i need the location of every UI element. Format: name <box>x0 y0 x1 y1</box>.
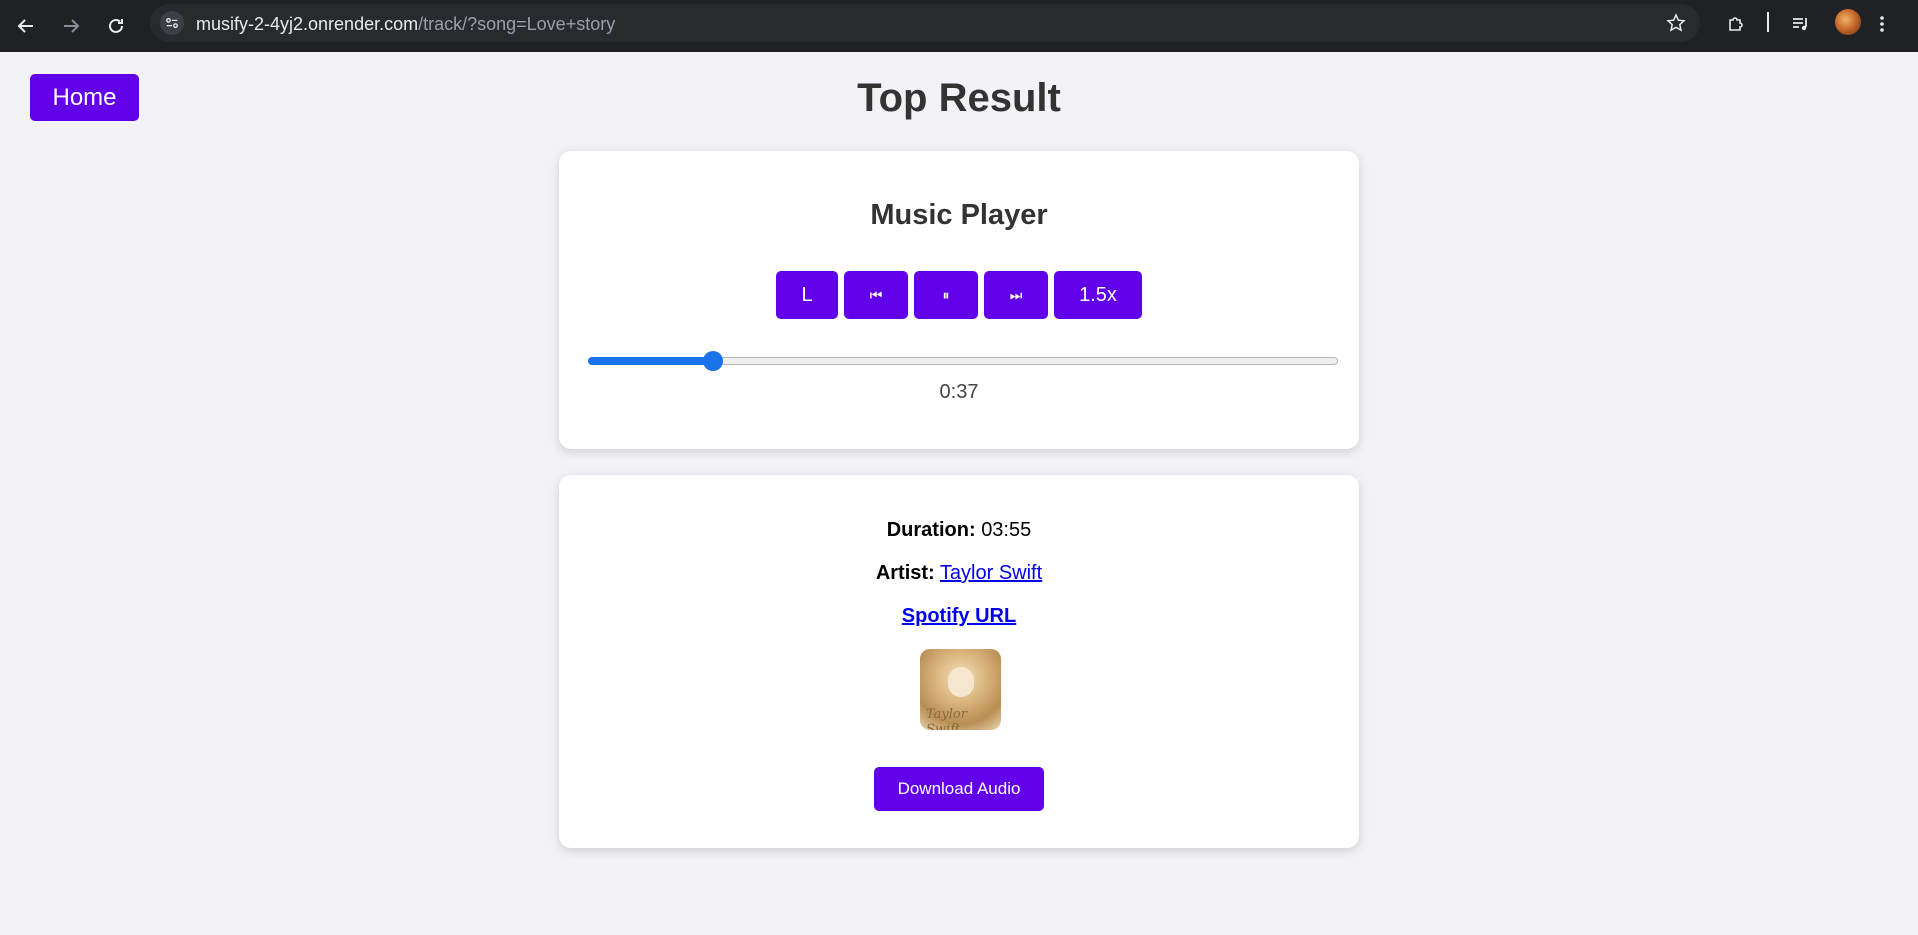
toolbar-divider <box>1767 12 1769 32</box>
forward-button[interactable] <box>55 10 87 42</box>
next-button[interactable]: ⏭ <box>984 271 1048 319</box>
browser-toolbar: musify-2-4yj2.onrender.com/track/?song=L… <box>0 0 1918 52</box>
reload-button[interactable] <box>100 10 132 42</box>
arrow-left-icon <box>17 19 33 33</box>
player-title: Music Player <box>870 199 1048 231</box>
skip-next-icon: ⏭ <box>1009 286 1023 303</box>
skip-previous-icon: ⏮ <box>869 286 883 303</box>
player-controls: L ⏮ ⏸ ⏭ 1.5x <box>559 271 1359 319</box>
browser-menu-button[interactable] <box>1868 10 1896 38</box>
seek-fill <box>588 357 714 365</box>
seek-slider[interactable] <box>588 351 1338 371</box>
playback-speed-button[interactable]: 1.5x <box>1054 271 1142 319</box>
puzzle-icon <box>1729 17 1743 31</box>
artist-label: Artist: <box>875 562 935 584</box>
queue-music-icon <box>1793 18 1807 31</box>
more-vert-icon <box>1880 16 1884 32</box>
url-host: musify-2-4yj2.onrender.com <box>196 14 419 34</box>
profile-avatar[interactable] <box>1835 9 1861 35</box>
duration-label: Duration: <box>886 519 976 541</box>
media-controls-button[interactable] <box>1787 10 1815 38</box>
track-info-card: Duration: 03:55 Artist: Taylor Swift Spo… <box>559 475 1359 848</box>
address-bar[interactable]: musify-2-4yj2.onrender.com/track/?song=L… <box>150 4 1700 42</box>
album-art: Taylor Swift <box>920 649 1001 730</box>
back-button[interactable] <box>10 10 42 42</box>
arrow-right-icon <box>64 19 80 33</box>
site-settings-icon[interactable] <box>160 11 184 35</box>
spotify-url-link[interactable]: Spotify URL <box>902 605 1016 627</box>
pause-icon: ⏸ <box>942 286 950 303</box>
url-text: musify-2-4yj2.onrender.com/track/?song=L… <box>196 14 615 35</box>
duration-line: Duration: 03:55 <box>559 519 1359 542</box>
reload-icon <box>109 18 123 33</box>
extensions-button[interactable] <box>1722 10 1750 38</box>
music-player-card: Music Player L ⏮ ⏸ ⏭ 1.5x 0:37 <box>559 151 1359 449</box>
artist-line: Artist: Taylor Swift <box>559 562 1359 585</box>
album-art-caption: Taylor Swift <box>926 707 967 730</box>
duration-value: 03:55 <box>981 519 1032 541</box>
album-art-figure <box>948 667 974 697</box>
pause-button[interactable]: ⏸ <box>914 271 978 319</box>
artist-link[interactable]: Taylor Swift <box>940 562 1042 584</box>
spotify-line: Spotify URL <box>559 605 1359 628</box>
loop-button[interactable]: L <box>776 271 838 319</box>
current-time: 0:37 <box>939 381 979 403</box>
bookmark-star-icon[interactable] <box>1666 13 1686 33</box>
seek-thumb[interactable] <box>703 351 724 371</box>
previous-button[interactable]: ⏮ <box>844 271 908 319</box>
url-path: /track/?song=Love+story <box>418 14 616 34</box>
page-title: Top Result <box>857 76 1061 120</box>
download-audio-button[interactable]: Download Audio <box>874 767 1044 811</box>
